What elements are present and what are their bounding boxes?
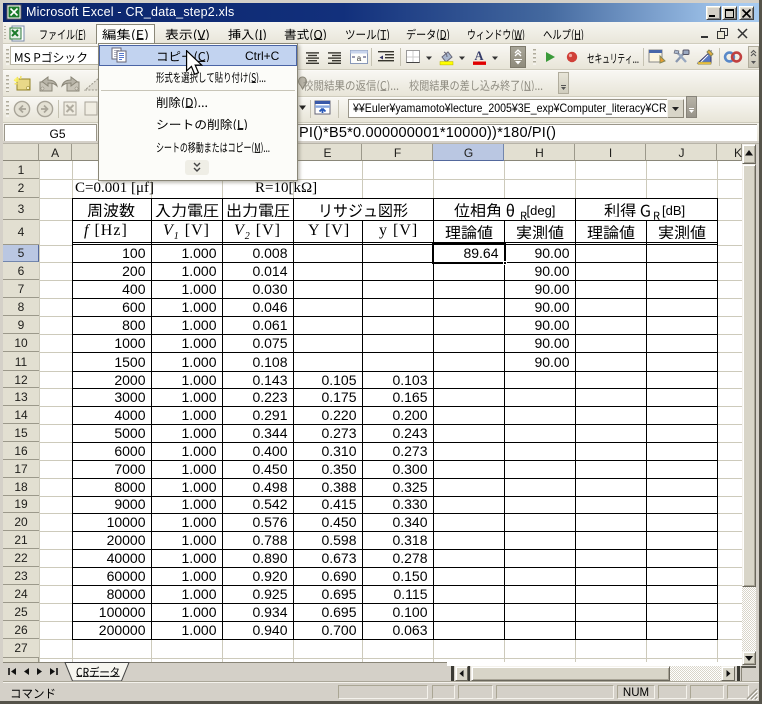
svg-text:A: A [474,49,483,63]
svg-text:a: a [357,54,362,63]
